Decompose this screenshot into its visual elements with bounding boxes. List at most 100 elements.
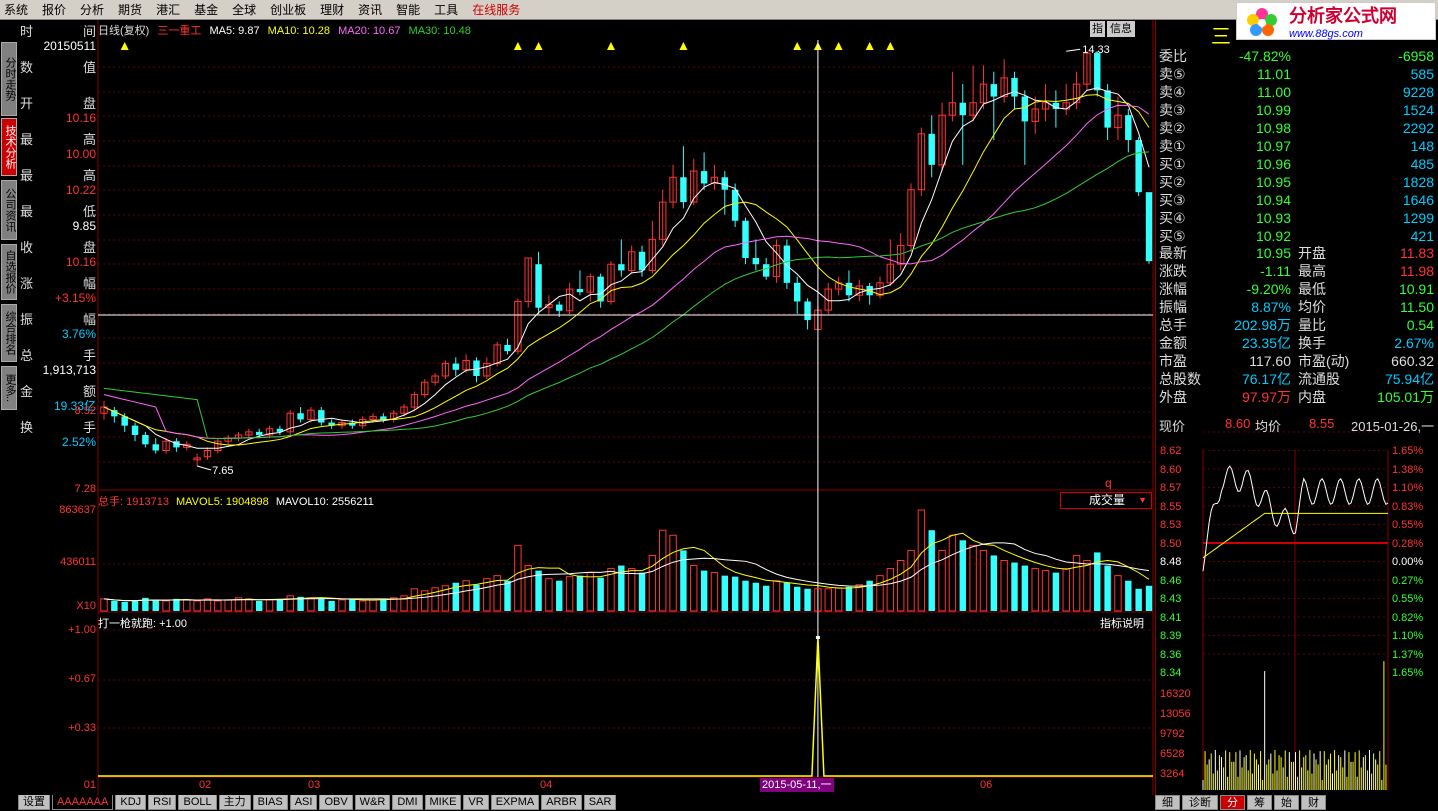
date-axis-label: 03: [308, 779, 321, 791]
volume-bar-down: [328, 600, 335, 611]
indicator-tab[interactable]: OBV: [319, 795, 353, 810]
volume-bar-down: [762, 585, 770, 611]
mini-header-d: 8.55: [1309, 416, 1335, 431]
right-tab[interactable]: 分: [1220, 795, 1245, 810]
volume-bar-up: [265, 599, 274, 612]
signal-triangle: [865, 42, 874, 50]
vol-axis-label: 863637: [59, 504, 96, 516]
stat-value-2: 10.91: [1398, 281, 1434, 297]
candle-body-down: [731, 189, 739, 221]
candle-body-down: [752, 258, 760, 265]
indicator-tab[interactable]: BIAS: [252, 795, 288, 810]
quote-detail-row: 买② 10.95 1828: [1156, 173, 1438, 191]
ratio-percent: -47.82%: [1238, 48, 1291, 64]
mini-vol-label: 9792: [1160, 728, 1185, 740]
candle-body-down: [1021, 96, 1029, 122]
right-tab[interactable]: 细: [1155, 795, 1180, 810]
volume-bar-up: [834, 587, 843, 612]
volume-bar-up: [565, 576, 574, 612]
sell-level-label: 卖④: [1159, 84, 1186, 100]
buy-volume: 1828: [1402, 174, 1434, 190]
indicator-tab[interactable]: ASI: [289, 795, 318, 810]
ind-axis-label: +1.00: [68, 624, 96, 636]
high-price-label: 14.33: [1082, 44, 1110, 56]
indicator-tab[interactable]: VR: [463, 795, 489, 810]
volume-bar-up: [1041, 570, 1050, 612]
stat-label-2: 市盈(动): [1298, 353, 1350, 369]
candle-body-down: [990, 84, 998, 97]
stat-label-2: 均价: [1298, 299, 1326, 315]
volume-bar-up: [1114, 575, 1122, 612]
sell-price: 10.98: [1255, 120, 1291, 136]
right-tab[interactable]: 筹: [1247, 795, 1272, 810]
mini-chart-header: 现价 8.60 均价 8.55 2015-01-26,一: [1159, 416, 1438, 434]
volume-bar-up: [545, 578, 553, 612]
indicator-tab[interactable]: KDJ: [115, 795, 147, 810]
volume-bar-up: [772, 580, 781, 612]
stat-value-2: 75.94亿: [1384, 371, 1434, 387]
candle-body-down: [131, 425, 139, 435]
sell-price: 11.00: [1257, 84, 1291, 100]
volume-bar-down: [700, 570, 708, 611]
quote-detail-row: 外盘 97.97万 内盘 105.01万: [1156, 388, 1438, 406]
buy-volume: 1299: [1402, 210, 1434, 226]
mini-price-label: 8.57: [1160, 482, 1182, 494]
candle-body-down: [1011, 77, 1018, 97]
sell-volume: 1524: [1402, 102, 1434, 118]
quote-detail-row: 总股数 76.17亿 流通股 75.94亿: [1156, 370, 1438, 388]
sell-level-label: 卖①: [1159, 138, 1186, 154]
sell-price: 11.01: [1257, 66, 1291, 82]
volume-bar-down: [990, 555, 998, 611]
indicator-dropdown[interactable]: 成交量 ▼: [1060, 492, 1152, 509]
volume-bar-up: [886, 568, 895, 612]
mini-pct-label: 1.65%: [1392, 667, 1424, 679]
quote-detail-row: 委比 -47.82% -6958: [1156, 47, 1438, 65]
indicator-tab[interactable]: EXPMA: [490, 795, 540, 810]
mini-vol-label: 6528: [1160, 748, 1185, 760]
volume-bar-up: [338, 599, 346, 612]
indicator-tab[interactable]: SAR: [583, 795, 617, 810]
indicator-tab[interactable]: MIKE: [424, 795, 462, 810]
right-tab[interactable]: 诊断: [1182, 795, 1218, 810]
indicator-tab[interactable]: 主力: [218, 795, 251, 810]
volume-bar-up: [203, 598, 212, 612]
stat-value-2: 660.32: [1391, 353, 1434, 369]
indicator-tab[interactable]: DMI: [392, 795, 423, 810]
indicator-tab[interactable]: BOLL: [178, 795, 217, 810]
volume-bar-up: [948, 534, 957, 612]
volume-bar-up: [1031, 568, 1039, 612]
volume-bar-down: [1104, 565, 1111, 611]
buy-price: 10.92: [1255, 228, 1291, 244]
volume-bar-up: [979, 549, 988, 612]
stat-value: 23.35亿: [1241, 335, 1291, 351]
mini-header-c: 均价: [1255, 419, 1282, 434]
volume-bar-up: [369, 599, 377, 612]
mini-pct-label: 0.27%: [1392, 574, 1424, 587]
stat-value: 10.95: [1255, 245, 1291, 261]
quote-detail-row: 买① 10.96 485: [1156, 155, 1438, 173]
stat-value-2: 11.98: [1400, 263, 1434, 279]
candle-body-down: [1125, 115, 1132, 141]
right-tab[interactable]: 始: [1274, 795, 1299, 810]
indicator-tab[interactable]: ARBR: [541, 795, 582, 810]
stat-value: 76.17亿: [1241, 371, 1291, 387]
sell-price: 10.99: [1255, 102, 1291, 118]
indicator-tab[interactable]: AAAAAAA: [52, 795, 114, 810]
right-tab[interactable]: 财: [1301, 795, 1326, 810]
volume-bar-down: [845, 586, 853, 611]
candle-body-down: [618, 264, 625, 271]
quote-detail-row: 买④ 10.93 1299: [1156, 209, 1438, 227]
stat-value: 8.87%: [1251, 299, 1291, 315]
volume-bar-down: [131, 600, 139, 611]
indicator-explain-link[interactable]: 指标说明: [1100, 615, 1144, 631]
indicator-tab[interactable]: RSI: [148, 795, 177, 810]
candle-body-down: [1135, 140, 1142, 193]
indicator-tab[interactable]: 设置: [18, 795, 50, 810]
signal-triangle: [834, 42, 843, 50]
stock-title: 三: [1211, 26, 1231, 48]
mavol10-label: MAVOL10: 2556211: [275, 496, 374, 508]
mini-pct-label: 0.55%: [1392, 519, 1424, 531]
mini-header-a: 现价: [1159, 419, 1186, 434]
mini-price-label: 8.53: [1160, 519, 1182, 531]
indicator-tab[interactable]: W&R: [354, 795, 391, 810]
